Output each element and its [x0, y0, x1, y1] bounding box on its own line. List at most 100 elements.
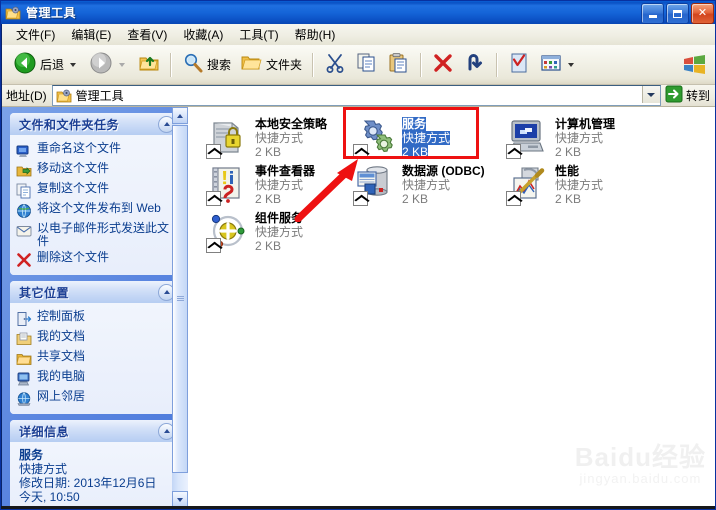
- computer-management-icon: [506, 115, 550, 159]
- file-item-event-viewer[interactable]: 事件查看器 快捷方式 2 KB: [206, 162, 356, 206]
- place-my-documents[interactable]: 我的文档: [16, 328, 176, 348]
- chevron-up-icon: [164, 122, 170, 126]
- back-button[interactable]: 后退: [8, 49, 84, 81]
- back-dropdown-icon[interactable]: [70, 63, 76, 67]
- properties-icon: [508, 52, 530, 77]
- search-icon: [182, 52, 204, 77]
- file-size: 2 KB: [555, 145, 581, 159]
- task-move-file[interactable]: 移动这个文件: [16, 160, 176, 180]
- properties-button[interactable]: [503, 49, 535, 81]
- task-rename-file-label: 重命名这个文件: [37, 142, 121, 155]
- panel-file-tasks-body: 重命名这个文件 移动这个文件: [10, 135, 180, 275]
- close-button[interactable]: ✕: [691, 3, 714, 24]
- shortcut-badge-icon: [206, 238, 221, 253]
- forward-icon: [89, 51, 113, 78]
- scrollbar-thumb[interactable]: [172, 125, 188, 473]
- shortcut-badge-icon: [206, 191, 221, 206]
- menu-view[interactable]: 查看(V): [119, 24, 175, 45]
- place-shared-documents[interactable]: 共享文档: [16, 348, 176, 368]
- detail-modified-time: 今天, 10:50: [19, 490, 174, 504]
- task-publish-to-web[interactable]: 将这个文件发布到 Web: [16, 200, 176, 220]
- minimize-button[interactable]: [641, 3, 664, 24]
- folders-icon: [241, 52, 263, 77]
- menu-favorites[interactable]: 收藏(A): [175, 24, 231, 45]
- maximize-button[interactable]: [666, 3, 689, 24]
- file-list[interactable]: 本地安全策略 快捷方式 2 KB: [188, 107, 716, 508]
- panel-other-places-header[interactable]: 其它位置: [10, 281, 180, 303]
- up-button[interactable]: [133, 49, 165, 81]
- task-email-file[interactable]: 以电子邮件形式发送此文件: [16, 220, 176, 249]
- menu-help[interactable]: 帮助(H): [287, 24, 344, 45]
- place-shared-documents-label: 共享文档: [37, 350, 85, 363]
- panel-file-tasks-title: 文件和文件夹任务: [19, 116, 119, 133]
- views-button[interactable]: [535, 49, 582, 81]
- file-item-performance[interactable]: 性能 快捷方式 2 KB: [506, 162, 656, 206]
- file-type: 快捷方式: [555, 178, 603, 192]
- windows-flag-icon: [678, 47, 712, 81]
- panel-details-body: 服务 快捷方式 修改日期: 2013年12月6日 今天, 10:50: [10, 442, 180, 508]
- shortcut-badge-icon: [353, 144, 368, 159]
- file-item-odbc-data-sources[interactable]: 数据源 (ODBC) 快捷方式 2 KB: [353, 162, 503, 206]
- shortcut-badge-icon: [206, 144, 221, 159]
- panel-details: 详细信息 服务 快捷方式 修改日期: 2013年12月6日 今天, 10:50: [10, 420, 180, 508]
- go-button[interactable]: 转到: [661, 86, 716, 106]
- file-size: 2 KB: [555, 192, 581, 206]
- copy-icon: [16, 183, 32, 199]
- undo-button[interactable]: [459, 49, 491, 81]
- delete-icon: [16, 252, 32, 268]
- menu-edit[interactable]: 编辑(E): [63, 24, 119, 45]
- cut-button[interactable]: [319, 49, 351, 81]
- file-item-labels: 数据源 (ODBC) 快捷方式 2 KB: [402, 162, 485, 206]
- services-icon: [353, 115, 397, 159]
- menu-bar: 文件(F) 编辑(E) 查看(V) 收藏(A) 工具(T) 帮助(H): [2, 24, 716, 45]
- scroll-up-button[interactable]: [172, 107, 188, 124]
- delete-x-icon: [432, 52, 454, 77]
- address-dropdown-button[interactable]: [642, 86, 660, 103]
- task-rename-file[interactable]: 重命名这个文件: [16, 140, 176, 160]
- place-control-panel[interactable]: 控制面板: [16, 308, 176, 328]
- menu-file[interactable]: 文件(F): [8, 24, 63, 45]
- toolbar-separator-2: [312, 53, 314, 77]
- search-button[interactable]: 搜索: [177, 49, 236, 81]
- minimize-icon: [649, 15, 657, 18]
- file-item-labels: 本地安全策略 快捷方式 2 KB: [255, 115, 327, 159]
- file-item-services[interactable]: 服务 快捷方式 2 KB: [353, 115, 503, 159]
- toolbar-separator-3: [420, 53, 422, 77]
- file-name: 本地安全策略: [255, 117, 327, 131]
- delete-button[interactable]: [427, 49, 459, 81]
- file-item-computer-management[interactable]: 计算机管理 快捷方式 2 KB: [506, 115, 656, 159]
- place-network-places[interactable]: 网上邻居: [16, 388, 176, 408]
- panel-file-tasks-header[interactable]: 文件和文件夹任务: [10, 113, 180, 135]
- back-label: 后退: [40, 56, 64, 73]
- panel-details-header[interactable]: 详细信息: [10, 420, 180, 442]
- watermark-main: Baidu经验: [575, 443, 706, 471]
- sidebar-scrollbar[interactable]: [172, 107, 188, 508]
- panel-other-places-body: 控制面板 我的文档: [10, 303, 180, 414]
- views-dropdown-icon[interactable]: [568, 63, 574, 67]
- email-icon: [16, 223, 32, 239]
- task-copy-file-label: 复制这个文件: [37, 182, 109, 195]
- folders-button[interactable]: 文件夹: [236, 49, 307, 81]
- file-type: 快捷方式: [402, 178, 450, 192]
- task-copy-file[interactable]: 复制这个文件: [16, 180, 176, 200]
- title-bar[interactable]: 管理工具 ✕: [1, 1, 716, 24]
- copy-icon: [356, 52, 378, 77]
- file-size: 2 KB: [255, 145, 281, 159]
- file-item-component-services[interactable]: 组件服务 快捷方式 2 KB: [206, 209, 356, 253]
- task-move-file-label: 移动这个文件: [37, 162, 109, 175]
- toolbar-separator-4: [496, 53, 498, 77]
- menu-tools[interactable]: 工具(T): [231, 24, 286, 45]
- address-value: 管理工具: [76, 87, 124, 104]
- copy-button[interactable]: [351, 49, 383, 81]
- chevron-up-icon: [164, 429, 170, 433]
- place-my-computer[interactable]: 我的电脑: [16, 368, 176, 388]
- task-delete-file[interactable]: 删除这个文件: [16, 249, 176, 269]
- file-name: 事件查看器: [255, 164, 315, 178]
- file-item-local-security-policy[interactable]: 本地安全策略 快捷方式 2 KB: [206, 115, 356, 159]
- file-name: 组件服务: [255, 211, 303, 225]
- file-type: 快捷方式: [555, 131, 603, 145]
- file-name: 服务: [402, 117, 426, 131]
- paste-button[interactable]: [383, 49, 415, 81]
- address-input[interactable]: 管理工具: [52, 85, 661, 106]
- place-my-documents-label: 我的文档: [37, 330, 85, 343]
